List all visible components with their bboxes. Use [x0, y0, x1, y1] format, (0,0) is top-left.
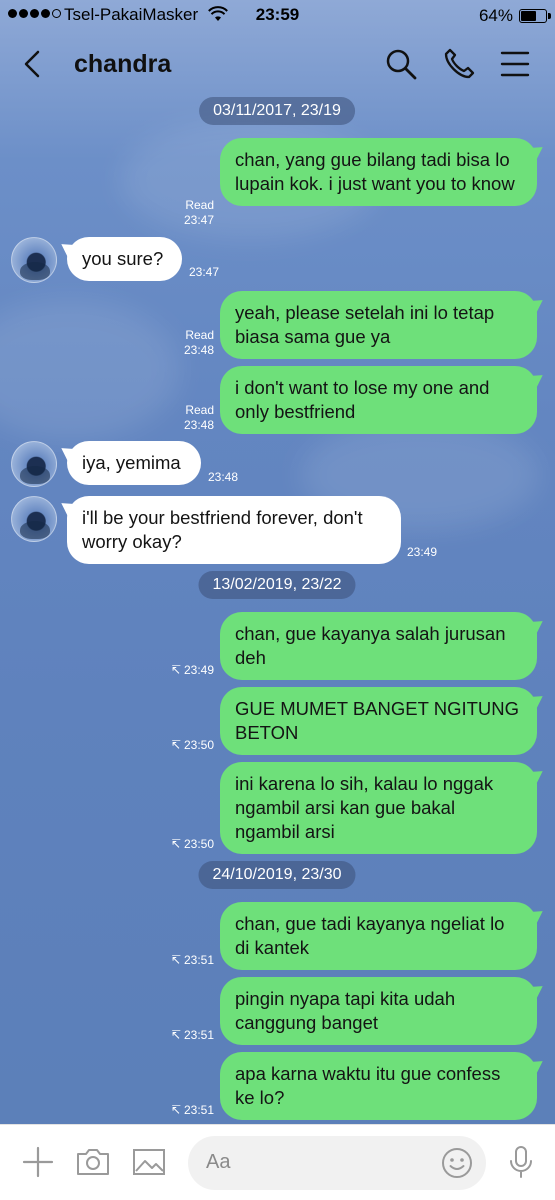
date-separator: 03/11/2017, 23/19 — [199, 97, 355, 125]
message-time: 23:47 — [189, 265, 220, 279]
message-bubble-outgoing[interactable]: yeah, please setelah ini lo tetap biasa … — [220, 291, 537, 359]
message-meta: ↸ 23:51 — [160, 1103, 214, 1118]
message-input-placeholder: Aa — [206, 1151, 231, 1173]
message-bubble-outgoing[interactable]: GUE MUMET BANGET NGITUNG BETON — [220, 687, 537, 755]
message-time: 23:51 — [183, 1028, 214, 1042]
search-icon[interactable] — [383, 46, 419, 82]
message-bubble-outgoing[interactable]: ini karena lo sih, kalau lo nggak ngambi… — [220, 762, 537, 854]
message-time: 23:50 — [183, 738, 214, 752]
chevron-left-icon[interactable] — [18, 46, 48, 82]
message-time: 23:51 — [183, 953, 214, 967]
avatar[interactable] — [11, 496, 57, 542]
share-arrow-icon: ↸ — [170, 663, 181, 677]
chat-screen: Tsel-PakaiMasker 23:59 64% chandra 03/11… — [0, 0, 555, 1200]
share-arrow-icon: ↸ — [170, 1103, 181, 1117]
date-separator: 24/10/2019, 23/30 — [198, 861, 356, 889]
message-bubble-outgoing[interactable]: apa karna waktu itu gue confess ke lo? — [220, 1052, 537, 1120]
message-bubble-outgoing[interactable]: chan, gue kayanya salah jurusan deh — [220, 612, 537, 680]
message-meta: ↸ 23:50 — [160, 837, 214, 852]
emoji-icon[interactable] — [440, 1146, 474, 1180]
image-icon[interactable] — [130, 1143, 168, 1181]
message-bubble-outgoing[interactable]: chan, gue tadi kayanya ngeliat lo di kan… — [220, 902, 537, 970]
share-arrow-icon: ↸ — [170, 837, 181, 851]
message-meta: ↸ 23:49 — [160, 663, 214, 678]
message-meta: ↸ 23:51 — [160, 953, 214, 968]
message-bubble-incoming[interactable]: iya, yemima — [67, 441, 201, 485]
battery-icon — [519, 9, 551, 23]
message-bubble-outgoing[interactable]: pingin nyapa tapi kita udah canggung ban… — [220, 977, 537, 1045]
plus-icon[interactable] — [19, 1143, 57, 1181]
message-bubble-outgoing[interactable]: chan, yang gue bilang tadi bisa lo lupai… — [220, 138, 537, 206]
message-meta: Read 23:48 — [170, 328, 214, 358]
message-time: 23:47 — [183, 213, 214, 227]
message-time: 23:48 — [183, 343, 214, 357]
message-meta: Read 23:48 — [170, 403, 214, 433]
message-input[interactable]: Aa — [188, 1136, 486, 1190]
message-time: 23:48 — [208, 470, 239, 484]
message-input-bar: Aa — [0, 1124, 555, 1200]
chat-title: chandra — [74, 50, 172, 78]
message-bubble-incoming[interactable]: you sure? — [67, 237, 182, 281]
message-meta: ↸ 23:51 — [160, 1028, 214, 1043]
message-time: 23:49 — [407, 545, 438, 559]
menu-icon[interactable] — [497, 46, 533, 82]
avatar[interactable] — [11, 441, 57, 487]
chat-header: chandra — [0, 34, 555, 94]
read-status: Read — [185, 198, 214, 212]
background-cloud — [0, 300, 180, 440]
message-bubble-incoming[interactable]: i'll be your bestfriend forever, don't w… — [67, 496, 401, 564]
camera-icon[interactable] — [74, 1143, 112, 1181]
message-time: 23:50 — [183, 837, 214, 851]
message-bubble-outgoing[interactable]: i don't want to lose my one and only bes… — [220, 366, 537, 434]
read-status: Read — [185, 328, 214, 342]
battery-percent: 64% — [478, 6, 513, 25]
avatar[interactable] — [11, 237, 57, 283]
date-separator: 13/02/2019, 23/22 — [198, 571, 356, 599]
share-arrow-icon: ↸ — [170, 953, 181, 967]
message-time: 23:49 — [183, 663, 214, 677]
microphone-icon[interactable] — [502, 1143, 540, 1181]
message-meta: Read 23:47 — [170, 198, 214, 228]
battery-level — [521, 11, 536, 21]
clock: 23:59 — [255, 5, 300, 24]
read-status: Read — [185, 403, 214, 417]
message-time: 23:48 — [183, 418, 214, 432]
phone-icon[interactable] — [441, 46, 477, 82]
share-arrow-icon: ↸ — [170, 738, 181, 752]
message-time: 23:51 — [183, 1103, 214, 1117]
status-bar: Tsel-PakaiMasker 23:59 64% — [0, 0, 555, 34]
share-arrow-icon: ↸ — [170, 1028, 181, 1042]
message-meta: ↸ 23:50 — [160, 738, 214, 753]
